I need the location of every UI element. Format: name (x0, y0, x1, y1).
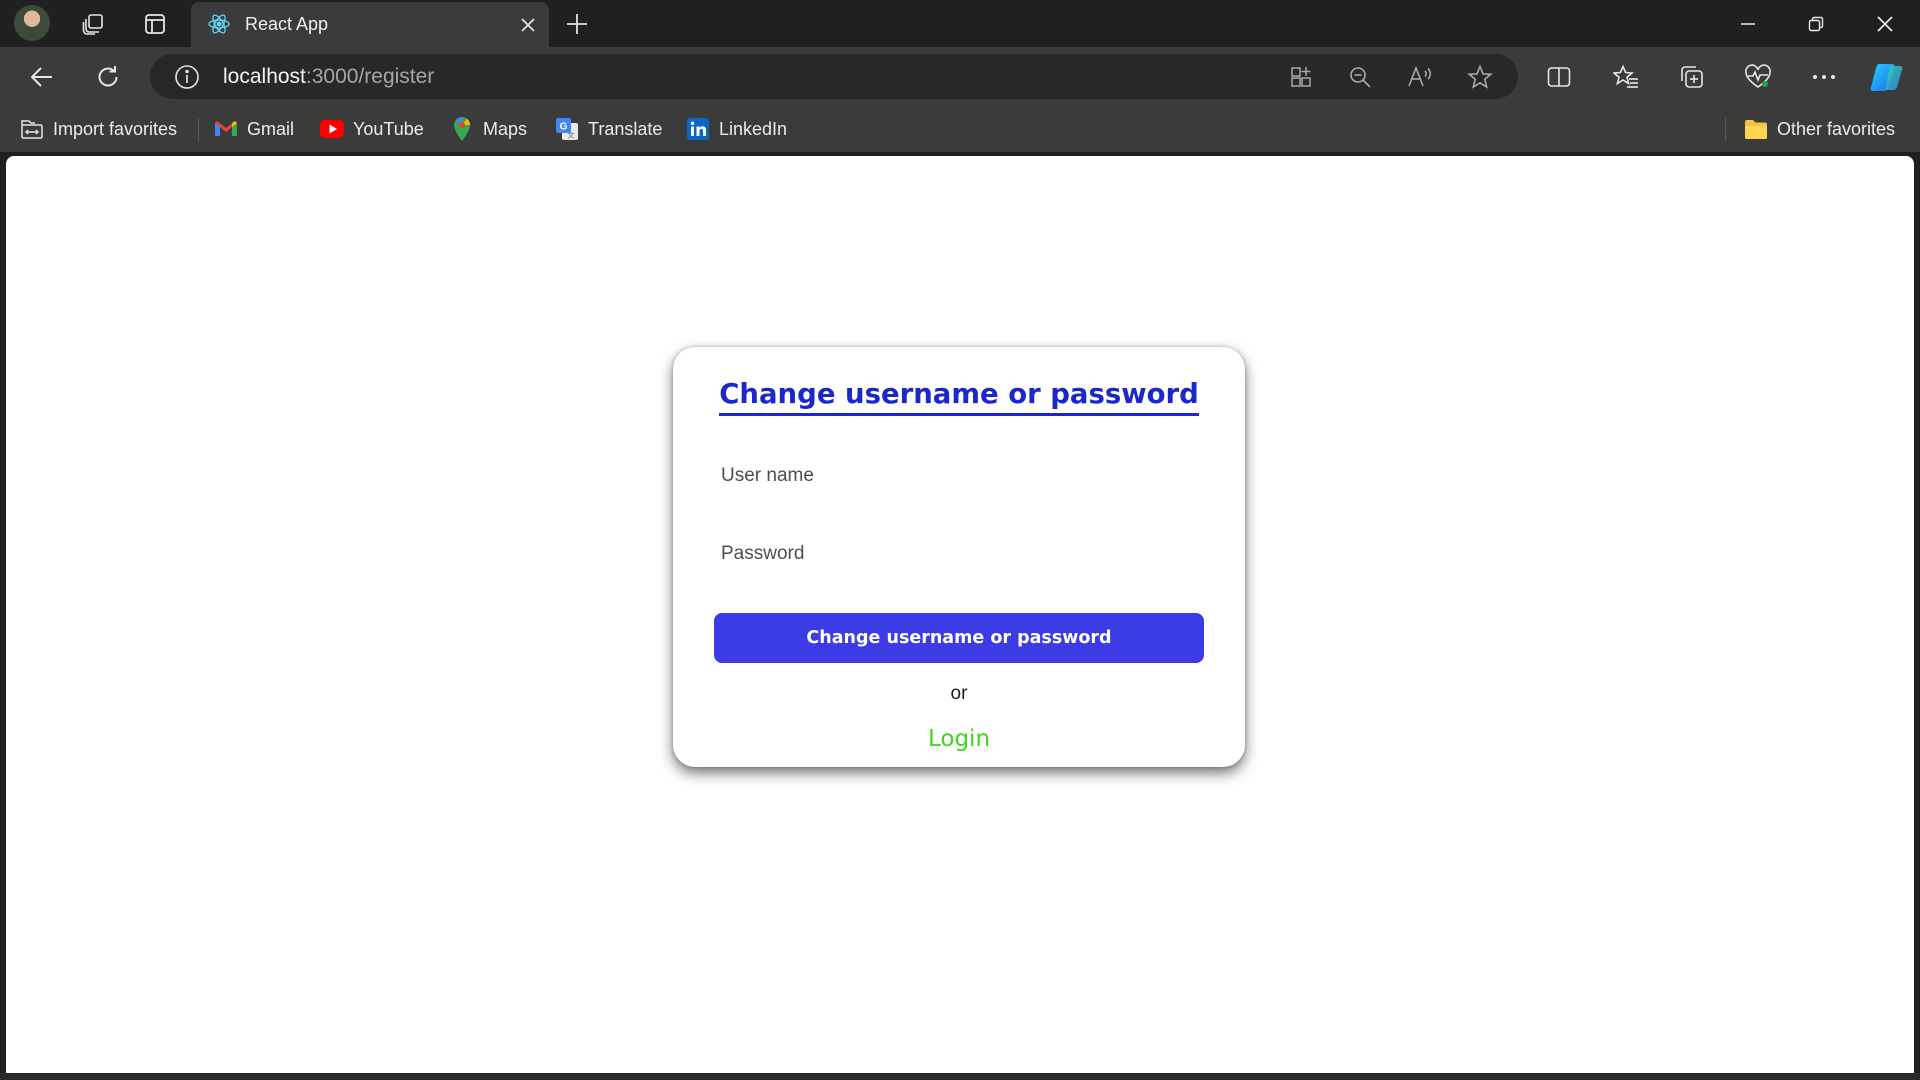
info-icon[interactable] (174, 64, 200, 90)
copilot-icon[interactable] (1867, 57, 1907, 97)
page-viewport: Change username or password Change usern… (6, 156, 1914, 1073)
refresh-icon[interactable] (88, 57, 128, 97)
plus-icon[interactable] (559, 6, 595, 42)
folder-icon (1744, 117, 1768, 141)
collections-icon[interactable] (1672, 57, 1712, 97)
svg-text:G: G (560, 122, 568, 133)
favorite-gmail[interactable]: Gmail (214, 114, 294, 144)
favorite-label: Maps (483, 118, 528, 139)
window-bottom-edge (0, 1073, 1920, 1080)
favorite-linkedin[interactable]: LinkedIn (686, 114, 787, 144)
other-favorites[interactable]: Other favorites (1744, 114, 1895, 144)
star-icon[interactable] (1465, 62, 1495, 92)
url-host: localhost (223, 65, 306, 88)
change-credentials-button[interactable]: Change username or password (714, 613, 1204, 663)
restore-icon[interactable] (1785, 0, 1847, 47)
favorite-translate[interactable]: G 文 Translate (555, 114, 662, 144)
maps-icon (450, 117, 474, 141)
favorites-divider (198, 118, 199, 142)
favorite-maps[interactable]: Maps (450, 114, 527, 144)
address-bar[interactable]: localhost:3000/register (150, 54, 1518, 99)
tab-title: React App (245, 14, 329, 34)
tab-react-app[interactable]: React App (191, 2, 549, 47)
favorite-label: LinkedIn (719, 118, 788, 139)
read-aloud-icon[interactable] (1405, 62, 1435, 92)
split-screen-icon[interactable] (1539, 57, 1579, 97)
favorite-label: YouTube (353, 118, 424, 139)
tab-strip: React App (0, 0, 1920, 47)
or-separator: or (950, 683, 968, 704)
heart-pulse-icon[interactable] (1738, 57, 1778, 97)
favorite-label: Other favorites (1777, 118, 1896, 139)
favorites-divider (1725, 118, 1726, 142)
form-title-text: Change username or password (719, 378, 1199, 416)
import-icon (20, 117, 44, 141)
minimize-icon[interactable] (1717, 0, 1779, 47)
gmail-icon (214, 117, 238, 141)
favorite-youtube[interactable]: YouTube (320, 114, 424, 144)
youtube-icon (320, 117, 344, 141)
favorites-bar: Import favorites Gmail YouTube Maps G 文 … (0, 106, 1920, 152)
linkedin-icon (686, 117, 710, 141)
favorite-label: Gmail (247, 118, 295, 139)
url-text[interactable]: localhost:3000/register (223, 65, 434, 89)
password-input[interactable] (713, 532, 1219, 576)
close-window-icon[interactable] (1854, 0, 1916, 47)
close-tab-icon[interactable] (513, 10, 543, 40)
change-credentials-card: Change username or password Change usern… (673, 347, 1245, 767)
username-input[interactable] (713, 454, 1219, 498)
back-arrow-icon[interactable] (22, 57, 62, 97)
login-link[interactable]: Login (673, 726, 1245, 752)
favorite-import[interactable]: Import favorites (20, 114, 177, 144)
react-logo-icon (208, 14, 230, 34)
zoom-out-icon[interactable] (1345, 62, 1375, 92)
favorite-label: Import favorites (53, 118, 178, 139)
workspaces-icon[interactable] (75, 6, 111, 42)
form-title: Change username or password (673, 378, 1245, 416)
profile-avatar[interactable] (14, 5, 50, 41)
favorite-label: Translate (588, 118, 663, 139)
translate-icon: G 文 (555, 117, 579, 141)
tab-actions-icon[interactable] (137, 6, 173, 42)
favorites-icon[interactable] (1606, 57, 1646, 97)
svg-text:文: 文 (568, 131, 575, 140)
url-path: :3000/register (305, 65, 435, 88)
browser-toolbar: localhost:3000/register (0, 47, 1920, 106)
more-icon[interactable] (1804, 57, 1844, 97)
app-available-icon[interactable] (1286, 62, 1316, 92)
